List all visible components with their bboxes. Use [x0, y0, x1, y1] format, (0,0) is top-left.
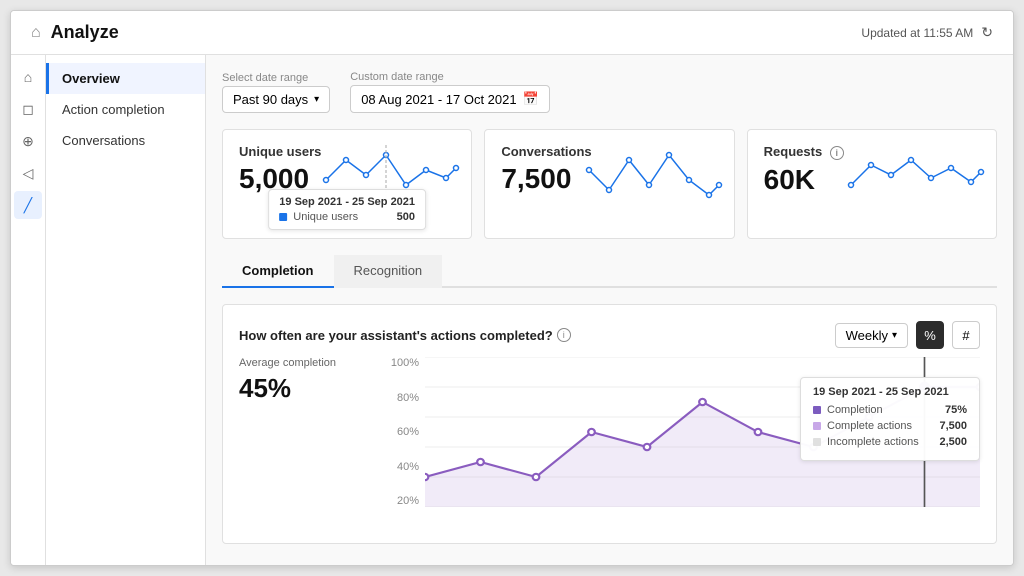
- rt-dot-complete-actions: [813, 422, 821, 430]
- nav-item-action-completion[interactable]: Action completion: [46, 94, 205, 125]
- completion-controls: Weekly ▾ % #: [835, 321, 980, 349]
- rt-val-complete-actions: 7,500: [939, 420, 967, 432]
- conversations-chart: [584, 140, 724, 210]
- top-bar: ⌂ Analyze Updated at 11:55 AM ↻: [11, 11, 1013, 55]
- rt-name-incomplete-actions: Incomplete actions: [827, 436, 933, 448]
- custom-date-input[interactable]: 08 Aug 2021 - 17 Oct 2021 📅: [350, 85, 550, 113]
- rt-name-complete-actions: Complete actions: [827, 420, 933, 432]
- completion-tooltip: 19 Sep 2021 - 25 Sep 2021 Completion 75%…: [800, 377, 980, 461]
- sidebar-chat-icon[interactable]: ◻: [14, 95, 42, 123]
- y-60: 60%: [397, 426, 419, 438]
- custom-date-label: Custom date range: [350, 71, 550, 83]
- rt-val-incomplete-actions: 2,500: [939, 436, 967, 448]
- weekly-chevron-icon: ▾: [892, 330, 897, 341]
- sidebar-send-icon[interactable]: ◁: [14, 159, 42, 187]
- chevron-down-icon: ▾: [314, 94, 319, 105]
- percent-toggle[interactable]: %: [916, 321, 944, 349]
- avg-label: Average completion: [239, 357, 369, 369]
- nav-panel: Overview Action completion Conversations: [46, 55, 206, 565]
- date-range-select[interactable]: Past 90 days ▾: [222, 86, 330, 113]
- nav-item-overview[interactable]: Overview: [46, 63, 205, 94]
- completion-info-icon[interactable]: i: [557, 328, 571, 342]
- completion-title: How often are your assistant's actions c…: [239, 328, 553, 343]
- y-80: 80%: [397, 392, 419, 404]
- tooltip-date: 19 Sep 2021 - 25 Sep 2021: [279, 196, 415, 208]
- count-toggle[interactable]: #: [952, 321, 980, 349]
- main-layout: ⌂ ◻ ⊕ ◁ ╱ Overview Action completion Con…: [11, 55, 1013, 565]
- rt-date: 19 Sep 2021 - 25 Sep 2021: [813, 386, 967, 398]
- tooltip-value: 500: [397, 211, 415, 223]
- rt-row-complete-actions: Complete actions 7,500: [813, 420, 967, 432]
- requests-chart: [846, 140, 986, 210]
- rt-row-completion: Completion 75%: [813, 404, 967, 416]
- requests-info-icon[interactable]: i: [830, 146, 844, 160]
- refresh-icon[interactable]: ↻: [981, 24, 993, 41]
- y-20: 20%: [397, 495, 419, 507]
- avg-section: Average completion 45%: [239, 357, 369, 527]
- tooltip-dot: [279, 213, 287, 221]
- sidebar: ⌂ ◻ ⊕ ◁ ╱: [11, 55, 46, 565]
- completion-section: How often are your assistant's actions c…: [222, 304, 997, 544]
- rt-dot-incomplete-actions: [813, 438, 821, 446]
- date-select-label: Select date range: [222, 72, 330, 84]
- custom-date-group: Custom date range 08 Aug 2021 - 17 Oct 2…: [350, 71, 550, 113]
- chart-plot: 19 Sep 2021 - 25 Sep 2021 Completion 75%…: [425, 357, 980, 507]
- home-nav-icon[interactable]: ⌂: [31, 24, 41, 42]
- updated-text: Updated at 11:55 AM: [861, 26, 973, 40]
- tab-recognition[interactable]: Recognition: [334, 255, 443, 288]
- avg-value: 45%: [239, 373, 369, 404]
- date-bar: Select date range Past 90 days ▾ Custom …: [222, 71, 997, 113]
- top-bar-right: Updated at 11:55 AM ↻: [861, 24, 993, 41]
- weekly-label: Weekly: [846, 328, 888, 343]
- tabs-row: Completion Recognition: [222, 255, 997, 288]
- page-title: Analyze: [51, 22, 119, 43]
- top-bar-left: ⌂ Analyze: [31, 22, 119, 43]
- y-100: 100%: [391, 357, 419, 369]
- sidebar-users-icon[interactable]: ⊕: [14, 127, 42, 155]
- unique-users-tooltip: 19 Sep 2021 - 25 Sep 2021 Unique users 5…: [268, 189, 426, 230]
- rt-name-completion: Completion: [827, 404, 939, 416]
- completion-title-row: How often are your assistant's actions c…: [239, 328, 571, 343]
- y-40: 40%: [397, 461, 419, 473]
- tooltip-name: Unique users: [293, 211, 390, 223]
- requests-card: Requests i 60K: [747, 129, 997, 239]
- tab-completion[interactable]: Completion: [222, 255, 334, 288]
- date-select-value: Past 90 days: [233, 92, 308, 107]
- calendar-icon: 📅: [523, 91, 539, 107]
- main-content: Select date range Past 90 days ▾ Custom …: [206, 55, 1013, 565]
- sidebar-chart-icon[interactable]: ╱: [14, 191, 42, 219]
- sidebar-home-icon[interactable]: ⌂: [14, 63, 42, 91]
- y-axis: 100% 80% 60% 40% 20%: [385, 357, 425, 507]
- unique-users-card: Unique users 5,000: [222, 129, 472, 239]
- completion-header: How often are your assistant's actions c…: [239, 321, 980, 349]
- rt-row-incomplete-actions: Incomplete actions 2,500: [813, 436, 967, 448]
- app-window: ⌂ Analyze Updated at 11:55 AM ↻ ⌂ ◻ ⊕ ◁ …: [10, 10, 1014, 566]
- custom-date-value: 08 Aug 2021 - 17 Oct 2021: [361, 92, 516, 107]
- rt-val-completion: 75%: [945, 404, 967, 416]
- completion-chart-area: 100% 80% 60% 40% 20%: [385, 357, 980, 527]
- date-range-select-group: Select date range Past 90 days ▾: [222, 72, 330, 113]
- weekly-select[interactable]: Weekly ▾: [835, 323, 908, 348]
- tooltip-row: Unique users 500: [279, 211, 415, 223]
- conversations-card: Conversations 7,500: [484, 129, 734, 239]
- rt-dot-completion: [813, 406, 821, 414]
- completion-body: Average completion 45% 100% 80% 60% 40% …: [239, 357, 980, 527]
- metrics-row: Unique users 5,000: [222, 129, 997, 239]
- nav-item-conversations[interactable]: Conversations: [46, 125, 205, 156]
